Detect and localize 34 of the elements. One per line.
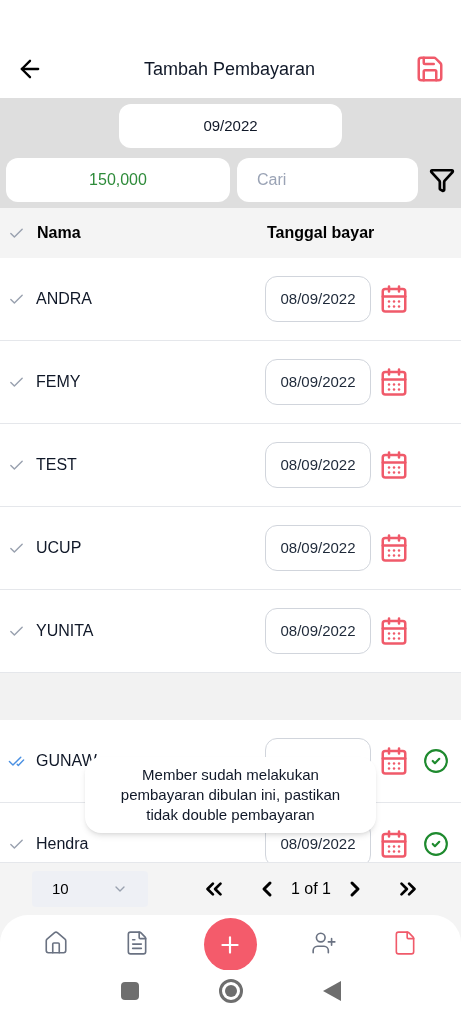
date-field[interactable]: 08/09/2022 [265, 276, 371, 322]
calendar-icon[interactable] [379, 284, 409, 314]
add-button[interactable] [203, 918, 257, 971]
back-button[interactable] [322, 981, 341, 1001]
filter-icon[interactable] [429, 167, 455, 193]
calendar-icon[interactable] [379, 367, 409, 397]
save-icon[interactable] [415, 54, 445, 84]
column-header: Nama [37, 223, 82, 243]
member-name: FEMY [36, 372, 82, 392]
calendar-icon[interactable] [379, 450, 409, 480]
amount-field[interactable]: 150,000 [6, 158, 230, 202]
calendar-icon[interactable] [379, 533, 409, 563]
member-name: UCUP [36, 538, 83, 558]
member-name: ANDRA [36, 289, 93, 309]
date-field[interactable]: 08/09/2022 [265, 359, 371, 405]
page-indicator: 1 of 1 [290, 879, 331, 899]
column-header: Tanggal bayar [267, 223, 375, 243]
date-field[interactable]: 08/09/2022 [265, 525, 371, 571]
calendar-icon[interactable] [379, 616, 409, 646]
member-name: TEST [36, 455, 78, 475]
month-field[interactable]: 09/2022 [119, 104, 342, 148]
page-title: Tambah Pembayaran [142, 57, 317, 81]
home-icon[interactable] [43, 929, 70, 956]
page-size-select[interactable]: 10 [32, 871, 148, 907]
member-name: Hendra [36, 834, 90, 854]
date-field[interactable]: 08/09/2022 [265, 608, 371, 654]
date-field[interactable]: 08/09/2022 [265, 442, 371, 488]
calendar-icon[interactable] [379, 829, 409, 859]
search-field[interactable]: Cari [237, 158, 418, 202]
home-button[interactable] [218, 979, 243, 1003]
member-name: YUNITA [36, 621, 95, 641]
recents-button[interactable] [120, 982, 139, 1000]
calendar-icon[interactable] [379, 746, 409, 776]
add-user-icon[interactable] [311, 929, 338, 956]
